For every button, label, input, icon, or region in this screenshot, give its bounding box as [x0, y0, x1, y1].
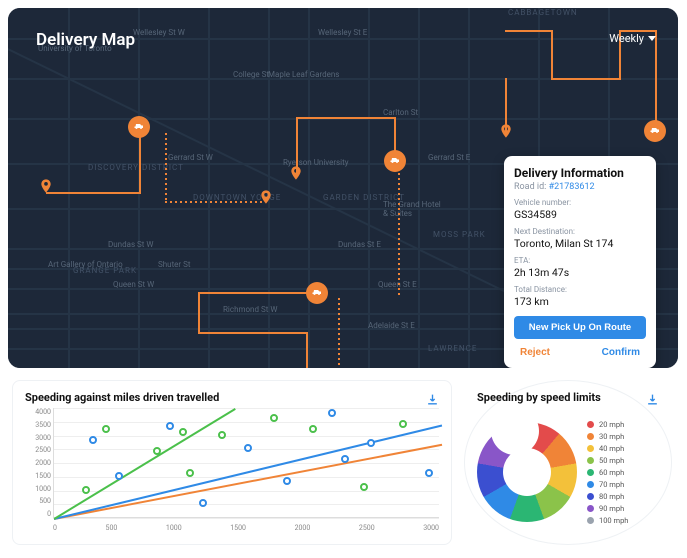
vehicle-marker-icon[interactable]: [306, 282, 328, 304]
road-id-row: Road id: #21783612: [514, 182, 646, 192]
street-label: Carlton St: [383, 108, 418, 117]
chevron-down-icon: [648, 36, 656, 41]
poi-label: Art Gallery of Ontario: [48, 260, 123, 269]
vehicle-value: GS34589: [514, 208, 646, 221]
delivery-info-panel: Delivery Information Road id: #21783612 …: [504, 156, 656, 368]
map-pin-icon[interactable]: [498, 121, 514, 141]
donut-chart: [477, 422, 577, 522]
area-label: LAWRENCE: [428, 344, 477, 353]
destination-value: Toronto, Milan St 174: [514, 237, 646, 250]
street-label: Adelaide St E: [368, 321, 415, 330]
street-label: Wellesley St W: [133, 28, 185, 37]
timeframe-label: Weekly: [609, 32, 644, 45]
legend-item: 30 mph: [587, 432, 628, 441]
road-id-link[interactable]: #21783612: [549, 182, 595, 192]
legend-item: 80 mph: [587, 492, 628, 501]
vehicle-marker-icon[interactable]: [644, 120, 666, 142]
speeding-donut-card: Speeding by speed limits 20 mph 30 mph 40 …: [464, 380, 672, 545]
new-pickup-button[interactable]: New Pick Up On Route: [514, 316, 646, 339]
street-label: Wellesley St E: [318, 28, 367, 37]
vehicle-marker-icon[interactable]: [384, 150, 406, 172]
timeframe-dropdown[interactable]: Weekly: [609, 32, 656, 45]
street-label: Dundas St W: [108, 240, 154, 249]
donut-title: Speeding by speed limits: [477, 391, 659, 404]
info-title: Delivery Information: [514, 166, 646, 180]
street-label: Dundas St E: [338, 240, 381, 249]
legend-item: 90 mph: [587, 504, 628, 513]
scatter-plot: 40003500300025002000150010005000 0500100…: [25, 408, 439, 536]
eta-label: ETA:: [514, 256, 646, 265]
legend-item: 70 mph: [587, 480, 628, 489]
map-pin-icon[interactable]: [288, 163, 304, 183]
legend-item: 40 mph: [587, 444, 628, 453]
legend-item: 100 mph: [587, 516, 628, 525]
reject-button[interactable]: Reject: [514, 345, 556, 360]
delivery-map-card: Wellesley St W Wellesley St E College St…: [8, 8, 678, 368]
street-label: Richmond St W: [223, 305, 277, 314]
legend-item: 20 mph: [587, 420, 628, 429]
legend-item: 60 mph: [587, 468, 628, 477]
destination-label: Next Destination:: [514, 227, 646, 236]
distance-value: 173 km: [514, 295, 646, 308]
vehicle-marker-icon[interactable]: [128, 116, 150, 138]
scatter-title: Speeding against miles driven travelled: [25, 391, 439, 404]
distance-label: Total Distance:: [514, 285, 646, 294]
vehicle-label: Vehicle number:: [514, 198, 646, 207]
map-pin-icon[interactable]: [38, 176, 54, 196]
area-label: CABBAGETOWN: [508, 8, 578, 17]
street-label: Gerrard St W: [168, 153, 213, 162]
legend-item: 50 mph: [587, 456, 628, 465]
confirm-button[interactable]: Confirm: [596, 345, 646, 360]
area-label: DISCOVERY DISTRICT: [88, 163, 184, 172]
map-title: Delivery Map: [36, 30, 135, 50]
street-label: Queen St W: [113, 280, 154, 289]
street-label: Shuter St: [158, 260, 191, 269]
street-label: Gerrard St E: [428, 153, 470, 162]
road-id-label: Road id:: [514, 182, 546, 192]
area-label: MOSS PARK: [433, 230, 486, 239]
map-pin-icon[interactable]: [258, 187, 274, 207]
poi-label: Maple Leaf Gardens: [268, 70, 339, 79]
eta-value: 2h 13m 47s: [514, 266, 646, 279]
donut-legend: 20 mph 30 mph 40 mph 50 mph 60 mph 70 mph 80 m…: [587, 420, 628, 525]
speeding-scatter-card: Speeding against miles driven travelled …: [12, 380, 452, 545]
poi-label: The Grand Hotel & Suites: [383, 200, 443, 218]
street-label: College St: [233, 70, 269, 79]
